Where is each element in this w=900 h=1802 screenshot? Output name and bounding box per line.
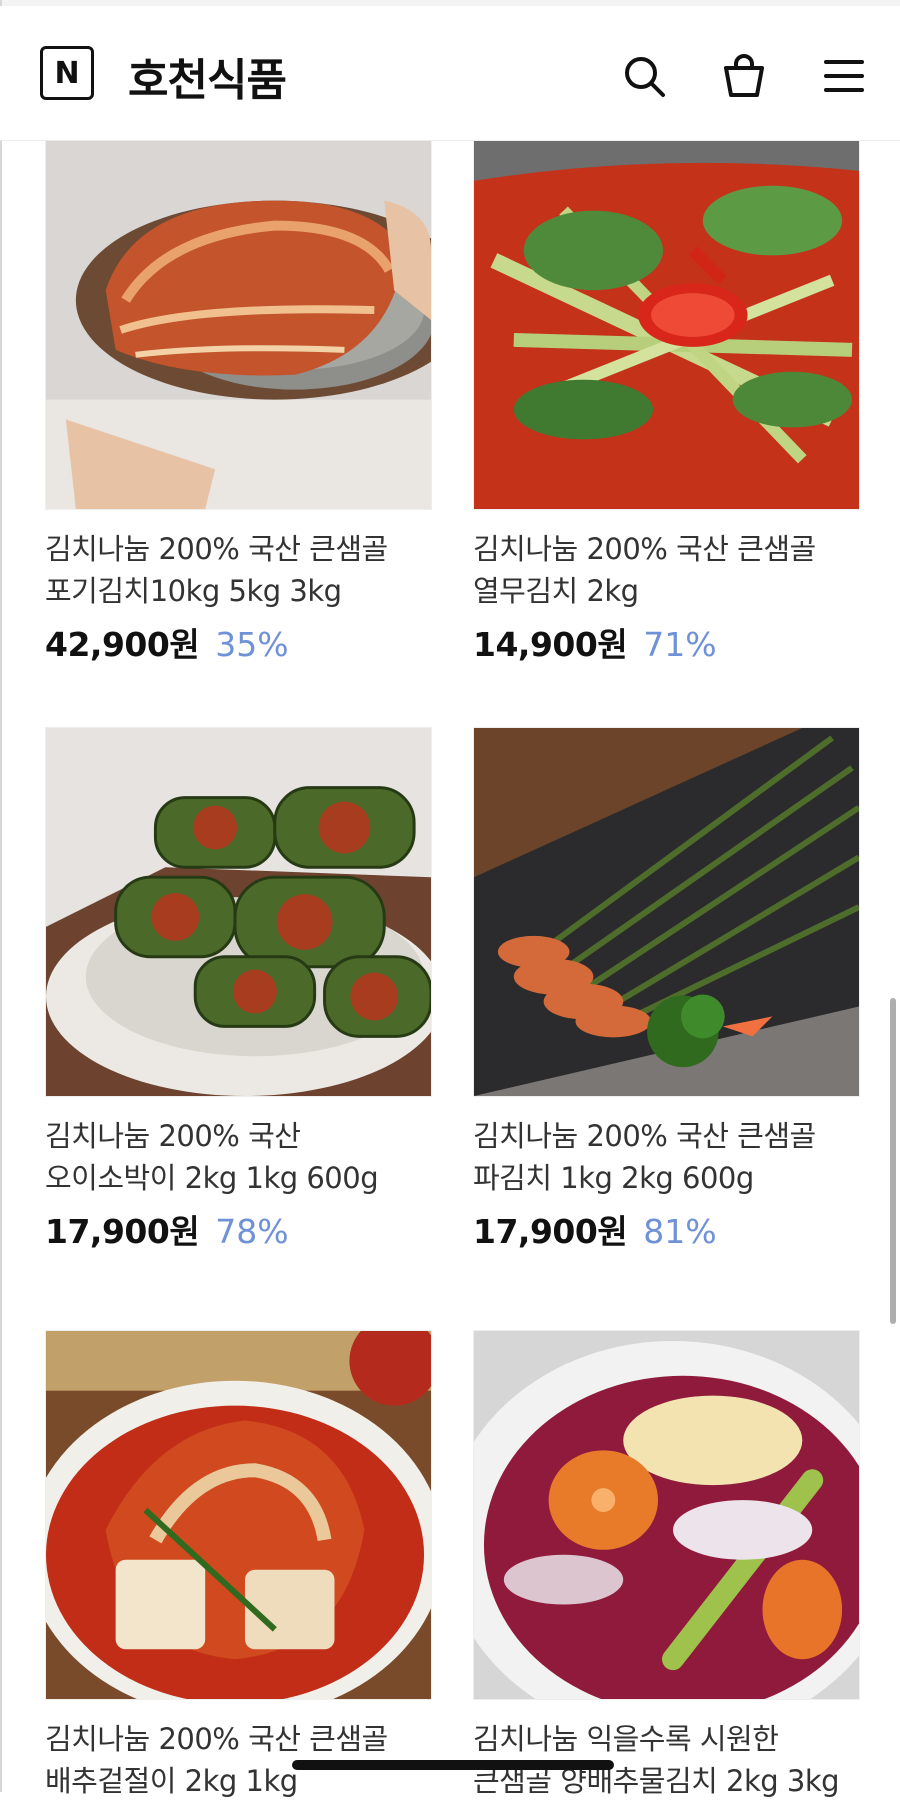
scrollbar[interactable] xyxy=(890,998,896,1324)
store-logo[interactable]: N xyxy=(40,46,94,100)
menu-icon[interactable] xyxy=(820,52,868,100)
product-price: 14,900원 xyxy=(473,625,628,664)
top-header: N 호천식품 xyxy=(0,6,900,141)
product-image-baechu-kimchi[interactable] xyxy=(45,140,432,510)
product-name[interactable]: 김치나눔 200% 국산 큰샘골 열무김치 2kg xyxy=(473,528,860,612)
product-price: 17,900원 xyxy=(45,1212,200,1251)
discount-rate: 81% xyxy=(643,1212,717,1251)
price-row: 42,900원 35% xyxy=(45,618,432,666)
product-image-geotjeori[interactable] xyxy=(45,1330,432,1700)
product-price: 42,900원 xyxy=(45,625,200,664)
price-row: 14,900원 71% xyxy=(473,618,860,666)
search-icon[interactable] xyxy=(620,52,668,100)
product-card[interactable]: 김치나눔 200% 국산 큰샘골 열무김치 2kg 14,900원 71% xyxy=(473,140,860,666)
product-name[interactable]: 김치나눔 200% 국산 큰샘골 포기김치10kg 5kg 3kg xyxy=(45,528,432,612)
discount-rate: 78% xyxy=(215,1212,289,1251)
screen-edge xyxy=(0,0,2,1792)
product-card[interactable]: 김치나눔 200% 국산 큰샘골 포기김치10kg 5kg 3kg 42,900… xyxy=(45,140,432,666)
shopping-bag-icon[interactable] xyxy=(720,52,768,100)
product-card[interactable]: 김치나눔 200% 국산 큰샘골 파김치 1kg 2kg 600g 17,900… xyxy=(473,727,860,1253)
home-indicator[interactable] xyxy=(292,1760,614,1770)
product-price: 17,900원 xyxy=(473,1212,628,1251)
discount-rate: 35% xyxy=(215,625,289,664)
store-name[interactable]: 호천식품 xyxy=(128,44,287,108)
product-image-oisobagi[interactable] xyxy=(45,727,432,1097)
discount-rate: 71% xyxy=(643,625,717,664)
product-image-pa-kimchi[interactable] xyxy=(473,727,860,1097)
product-card[interactable]: 김치나눔 200% 국산 큰샘골 배추겉절이 2kg 1kg xyxy=(45,1330,432,1802)
product-image-yeolmu-kimchi[interactable] xyxy=(473,140,860,510)
product-card[interactable]: 김치나눔 익을수록 시원한 큰샘골 양배추물김치 2kg 3kg xyxy=(473,1330,860,1802)
price-row: 17,900원 78% xyxy=(45,1205,432,1253)
product-image-mul-kimchi[interactable] xyxy=(473,1330,860,1700)
product-name[interactable]: 김치나눔 200% 국산 큰샘골 파김치 1kg 2kg 600g xyxy=(473,1115,860,1199)
price-row: 17,900원 81% xyxy=(473,1205,860,1253)
product-card[interactable]: 김치나눔 200% 국산 오이소박이 2kg 1kg 600g 17,900원 … xyxy=(45,727,432,1253)
product-name[interactable]: 김치나눔 200% 국산 오이소박이 2kg 1kg 600g xyxy=(45,1115,432,1199)
